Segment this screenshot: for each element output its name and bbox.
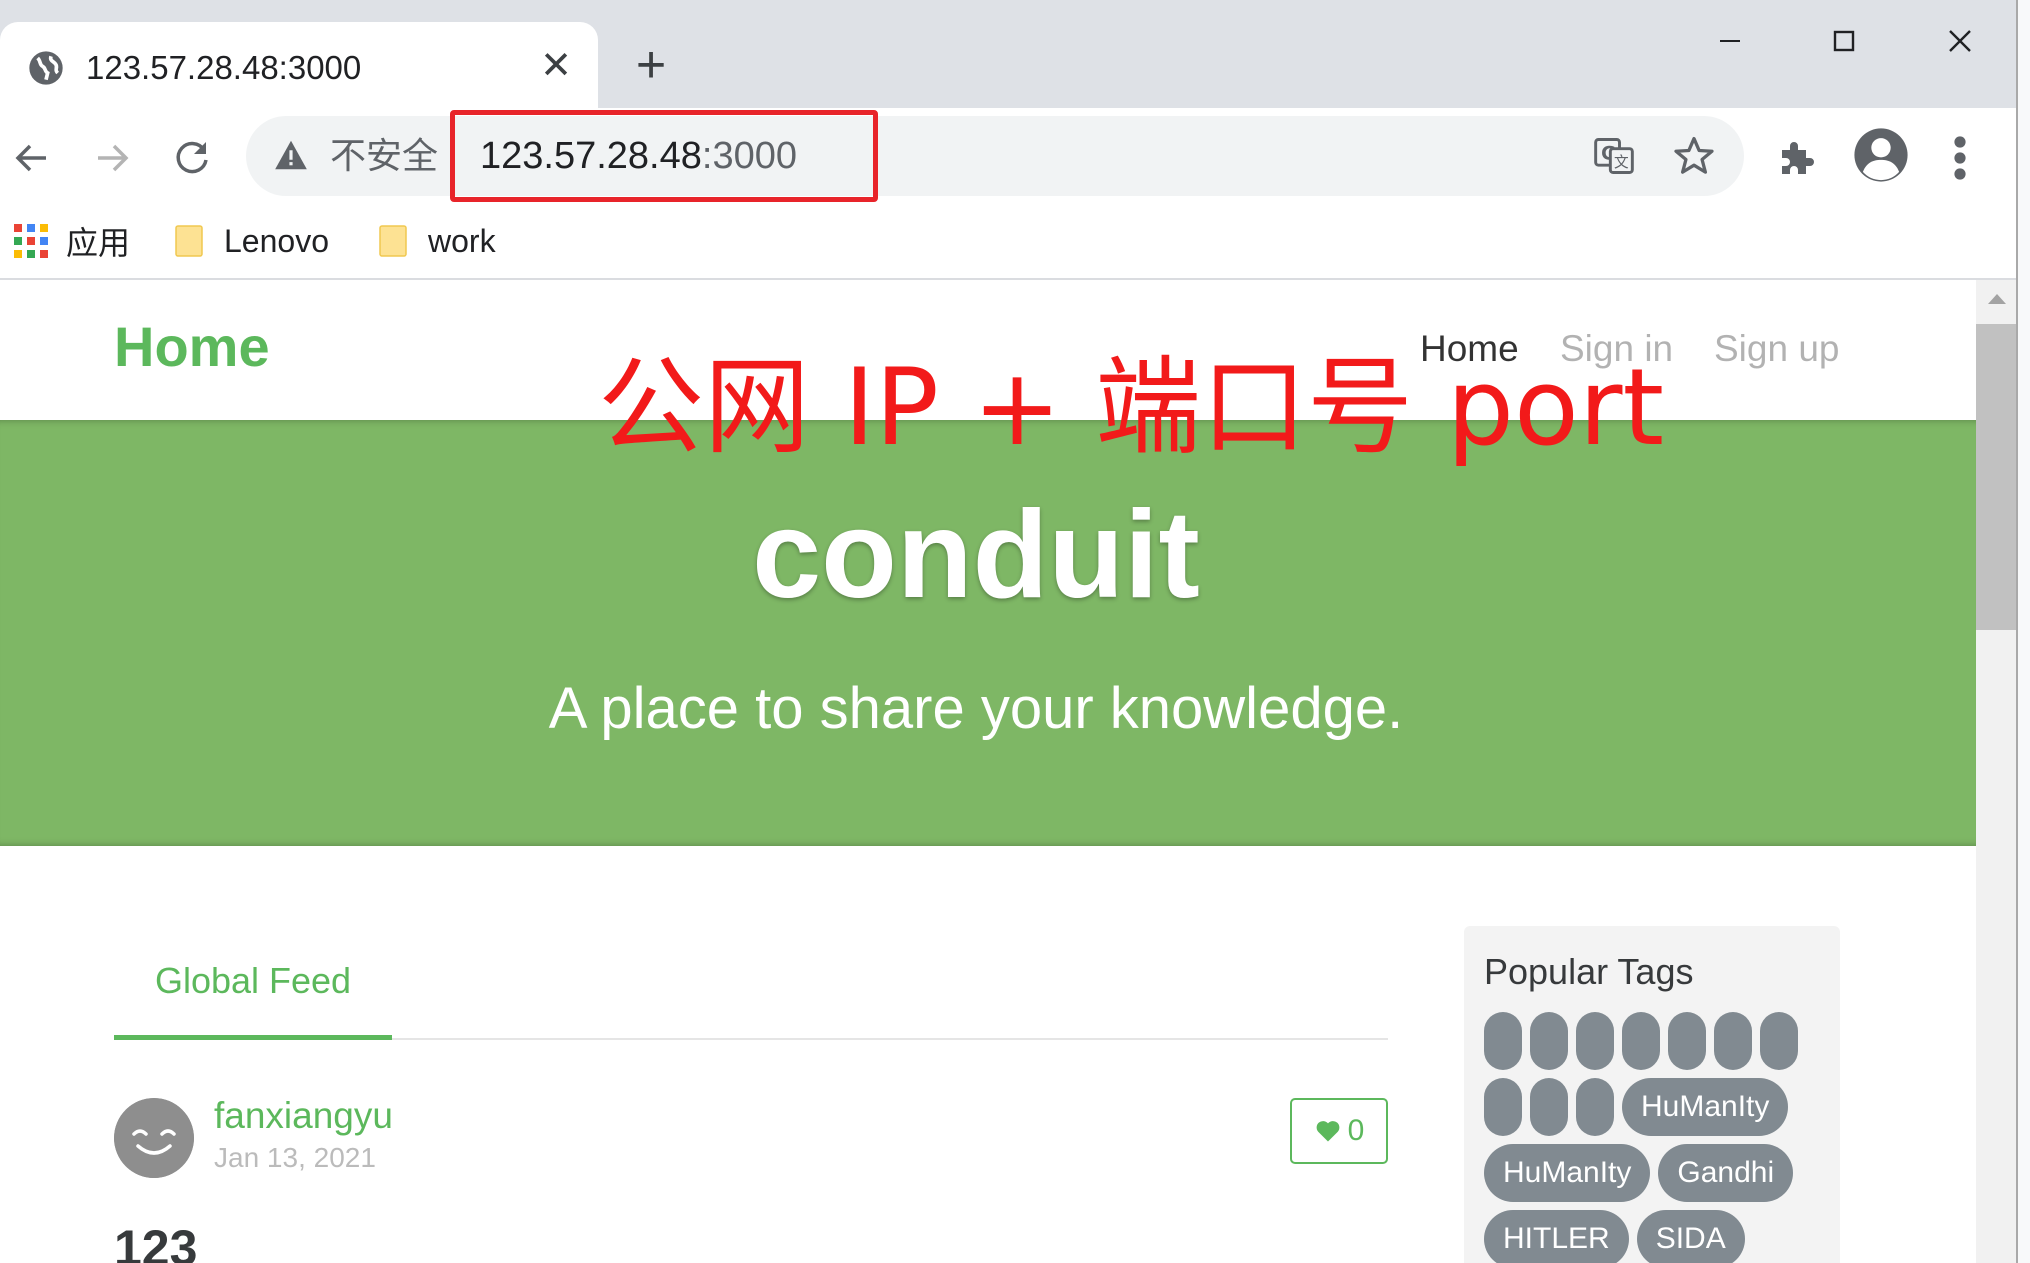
folder-icon <box>379 225 407 257</box>
back-arrow-icon[interactable] <box>2 128 62 188</box>
bookmark-label: Lenovo <box>224 222 329 259</box>
tag-pill[interactable] <box>1668 1012 1706 1070</box>
banner-title: conduit <box>752 486 1200 624</box>
sidebar-title: Popular Tags <box>1484 951 1694 992</box>
window-edge <box>2016 0 2030 1263</box>
browser-tab[interactable]: 123.57.28.48:3000 ✕ <box>0 22 598 112</box>
warning-icon[interactable] <box>272 136 310 174</box>
minimize-icon[interactable] <box>1700 14 1760 68</box>
new-tab-button[interactable]: + <box>626 39 676 91</box>
bookmark-work[interactable]: work <box>378 216 496 266</box>
url-highlight-box <box>450 110 878 202</box>
tag-pill[interactable] <box>1576 1012 1614 1070</box>
browser-tab-strip: 123.57.28.48:3000 ✕ + <box>0 0 2016 112</box>
browser-toolbar: 不安全 123.57.28.48:3000 G文 <box>0 108 2016 208</box>
forward-arrow-icon[interactable] <box>82 128 142 188</box>
tag-pill[interactable] <box>1714 1012 1752 1070</box>
avatar[interactable] <box>114 1098 194 1178</box>
tag-pill[interactable] <box>1530 1078 1568 1136</box>
vertical-scrollbar[interactable] <box>1976 280 2016 1263</box>
bookmark-label: 应用 <box>66 225 131 261</box>
more-menu-icon[interactable] <box>1940 130 1980 186</box>
svg-text:文: 文 <box>1614 154 1629 171</box>
bookmarks-bar: 应用 Lenovo work <box>0 208 2016 280</box>
tab-title: 123.57.28.48:3000 <box>86 49 362 86</box>
tag-pill[interactable] <box>1622 1012 1660 1070</box>
tag-pill[interactable] <box>1530 1012 1568 1070</box>
tab-close-icon[interactable]: ✕ <box>536 46 576 86</box>
translate-icon[interactable]: G文 <box>1592 134 1636 178</box>
article-title[interactable]: 123 <box>114 1218 197 1263</box>
nav-signup-link[interactable]: Sign up <box>1714 324 1840 374</box>
tag-pill[interactable]: HuManIty <box>1484 1144 1651 1202</box>
maximize-icon[interactable] <box>1814 14 1874 68</box>
tag-pill[interactable]: SIDA <box>1636 1210 1745 1263</box>
insecure-label[interactable]: 不安全 <box>330 134 438 178</box>
bookmark-label: work <box>428 222 496 259</box>
apps-icon <box>14 224 48 258</box>
bookmark-lenovo[interactable]: Lenovo <box>174 216 329 266</box>
tag-pill[interactable] <box>1484 1012 1522 1070</box>
tag-pill[interactable] <box>1760 1012 1798 1070</box>
globe-icon <box>29 51 63 85</box>
site-brand-link[interactable]: Home <box>114 314 270 380</box>
hero-banner: conduit A place to share your knowledge. <box>0 420 1976 846</box>
tag-list: HuManIty HuManIty Gandhi HITLER SIDA <box>1484 1012 1820 1263</box>
author-link[interactable]: fanxiangyu <box>214 1092 393 1140</box>
tag-pill[interactable]: HuManIty <box>1622 1078 1789 1136</box>
reload-icon[interactable] <box>162 128 222 188</box>
profile-avatar-icon[interactable] <box>1852 126 1910 184</box>
tag-pill[interactable] <box>1484 1078 1522 1136</box>
bookmark-star-icon[interactable] <box>1672 134 1716 178</box>
popular-tags-sidebar: Popular Tags HuManIty HuManIty Gandhi HI… <box>1464 926 1840 1263</box>
tag-pill[interactable]: HITLER <box>1484 1210 1629 1263</box>
bookmark-apps[interactable]: 应用 <box>14 216 130 266</box>
article-date: Jan 13, 2021 <box>214 1142 376 1173</box>
feed-tabs: Global Feed <box>114 926 1388 1040</box>
annotation-overlay-text: 公网 IP + 端口号 port <box>598 346 1665 469</box>
article-preview: fanxiangyu Jan 13, 2021 0 123 <box>114 1095 1388 1263</box>
smiley-avatar-icon <box>114 1098 194 1178</box>
favorite-count: 0 <box>1347 1114 1365 1147</box>
heart-icon <box>1316 1121 1340 1142</box>
tab-global-feed[interactable]: Global Feed <box>114 926 392 1040</box>
window-close-icon[interactable] <box>1930 14 1990 68</box>
scroll-up-arrow-icon[interactable] <box>1988 294 2006 304</box>
banner-subtitle: A place to share your knowledge. <box>548 676 1404 741</box>
scroll-thumb[interactable] <box>1976 324 2016 630</box>
tag-pill[interactable]: Gandhi <box>1658 1144 1794 1202</box>
article-feed: Global Feed fanxiangyu Jan 13, 2021 0 12… <box>114 926 1388 1263</box>
favorite-button[interactable]: 0 <box>1290 1098 1388 1164</box>
extensions-icon[interactable] <box>1774 134 1822 182</box>
folder-icon <box>175 225 203 257</box>
tag-pill[interactable] <box>1576 1078 1614 1136</box>
